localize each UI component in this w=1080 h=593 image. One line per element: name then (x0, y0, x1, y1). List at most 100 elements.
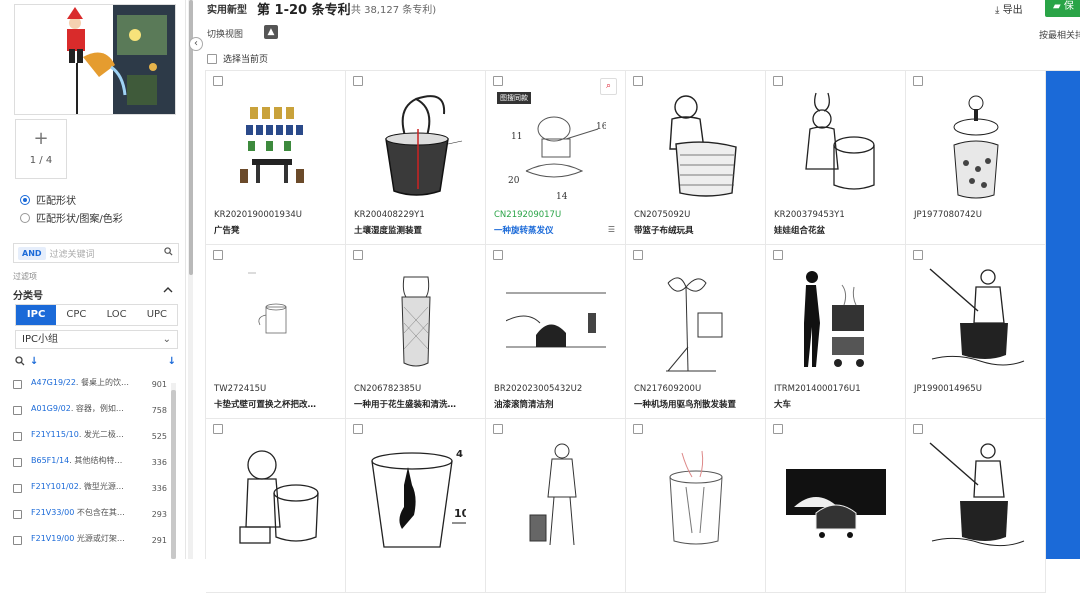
patent-number[interactable]: TW272415U (214, 384, 266, 394)
result-checkbox[interactable] (773, 250, 783, 260)
patent-number[interactable]: ITRM2014000176U1 (774, 384, 861, 394)
search-icon[interactable] (164, 247, 173, 259)
patent-title[interactable]: 油漆滚筒清洁剂 (494, 398, 618, 410)
result-card[interactable] (626, 419, 766, 593)
match-shape-pattern-color-option[interactable]: 匹配形状/图案/色彩 (20, 210, 123, 225)
ipc-code[interactable]: A01G9/02 (31, 404, 71, 413)
patent-title[interactable]: 带篮子布绒玩具 (634, 224, 758, 236)
ipc-list-item[interactable]: F21Y101/02. 微型光源，例如发光二极管（LED）(7) 336 (13, 482, 179, 508)
result-checkbox[interactable] (773, 76, 783, 86)
checkbox[interactable] (13, 432, 22, 441)
checkbox[interactable] (13, 484, 22, 493)
result-checkbox[interactable] (493, 424, 503, 434)
patent-number[interactable]: CN206782385U (354, 384, 421, 394)
patent-title[interactable]: 大车 (774, 398, 898, 410)
patent-image[interactable] (786, 89, 886, 201)
patent-image[interactable] (506, 263, 606, 375)
patent-image[interactable] (786, 437, 886, 549)
result-card[interactable]: KR200408229Y1 土壤湿度监测装置 (346, 71, 486, 245)
patent-title[interactable]: 卡垫式壁可置换之杯把改… (214, 398, 338, 410)
checkbox[interactable] (13, 536, 22, 545)
keyword-filter-input[interactable]: 过滤关键词 (50, 247, 164, 260)
result-checkbox[interactable] (213, 250, 223, 260)
tab-upc[interactable]: UPC (137, 305, 177, 325)
result-checkbox[interactable] (493, 76, 503, 86)
patent-number[interactable]: CN219209017U (494, 210, 561, 220)
tab-ipc[interactable]: IPC (16, 305, 57, 325)
ipc-list-item[interactable]: A01G9/02. 容器，例如花盆或花箱（自动浇水装置入… 758 (13, 404, 179, 430)
export-button[interactable]: ⤓ 导出 (995, 1, 1023, 16)
patent-image[interactable] (926, 89, 1026, 201)
patent-number[interactable]: KR2020190001934U (214, 210, 302, 220)
result-card[interactable]: KR2020190001934U 广告凳 (206, 71, 346, 245)
ipc-list-item[interactable]: B65F1/14. 其他结构特征（手持物件用的夹持器或… 336 (13, 456, 179, 482)
and-operator-button[interactable]: AND (18, 246, 46, 260)
ipc-list-item[interactable]: F21V19/00 光源或灯架的固定（只用联接装置固定电… 291 (13, 534, 179, 559)
search-icon[interactable] (15, 356, 25, 369)
result-card[interactable]: CN217609200U 一种机场用驱鸟剂散发装置 (626, 245, 766, 419)
result-checkbox[interactable] (493, 250, 503, 260)
patent-title[interactable]: 土壤湿度监测装置 (354, 224, 478, 236)
patent-type-label[interactable]: 实用新型 (207, 1, 247, 16)
patent-image[interactable] (366, 89, 466, 201)
patent-number[interactable]: JP1990014965U (914, 384, 982, 394)
result-card[interactable]: 图搜同款 ⌕ 11 16 20 14 CN219209017U 一种旋转蒸发仪 … (486, 71, 626, 245)
ipc-code[interactable]: F21V33/00 (31, 508, 74, 517)
result-card[interactable]: KR200379453Y1 娃娃组合花盆 (766, 71, 906, 245)
ipc-code[interactable]: B65F1/14 (31, 456, 69, 465)
patent-title[interactable]: 一种用于花生盛装和清洗… (354, 398, 478, 410)
image-view-icon[interactable]: ▲ (264, 25, 278, 39)
ipc-level-select[interactable]: IPC小组 ⌄ (15, 330, 178, 349)
result-card[interactable]: CN2075092U 带篮子布绒玩具 (626, 71, 766, 245)
patent-number[interactable]: KR200408229Y1 (354, 210, 425, 220)
patent-number[interactable]: CN217609200U (634, 384, 701, 394)
patent-image[interactable] (506, 437, 606, 549)
patent-image[interactable] (646, 263, 746, 375)
result-card[interactable]: JP1977080742U (906, 71, 1046, 245)
document-detail-icon[interactable]: ☰ (608, 225, 615, 234)
result-card[interactable]: TW272415U 卡垫式壁可置换之杯把改… (206, 245, 346, 419)
tab-cpc[interactable]: CPC (56, 305, 96, 325)
ipc-code[interactable]: F21Y115/10 (31, 430, 79, 439)
patent-image[interactable] (226, 263, 326, 375)
select-page-checkbox[interactable] (207, 53, 217, 64)
sort-descending-icon[interactable]: ↓ (168, 356, 176, 367)
keyword-filter-search[interactable]: AND 过滤关键词 (13, 243, 179, 263)
result-checkbox[interactable] (213, 424, 223, 434)
patent-image[interactable] (366, 263, 466, 375)
ipc-list-item[interactable]: A47G19/22. 餐桌上的饮水器皿或茶杯托（玻璃杯或… 901 (13, 378, 179, 404)
tab-loc[interactable]: LOC (97, 305, 137, 325)
result-card[interactable]: JP1990014965U (906, 245, 1046, 419)
ipc-list-item[interactable]: F21V33/00 不包含在其他类目中的照明装置与其他物… 293 (13, 508, 179, 534)
patent-image[interactable] (926, 437, 1026, 549)
result-checkbox[interactable] (633, 250, 643, 260)
checkbox[interactable] (13, 406, 22, 415)
ipc-code[interactable]: F21V19/00 (31, 534, 74, 543)
result-checkbox[interactable] (353, 424, 363, 434)
ipc-list-scrollbar-thumb[interactable] (171, 390, 176, 559)
result-checkbox[interactable] (213, 76, 223, 86)
checkbox[interactable] (13, 380, 22, 389)
patent-image[interactable] (926, 263, 1026, 375)
save-button[interactable]: ▰ 保 (1045, 0, 1080, 17)
patent-image[interactable] (786, 263, 886, 375)
query-image-preview[interactable] (14, 4, 176, 115)
ipc-code[interactable]: A47G19/22 (31, 378, 76, 387)
patent-image[interactable] (646, 89, 746, 201)
sort-dropdown[interactable]: 按最相关排 (1039, 28, 1080, 41)
result-checkbox[interactable] (913, 250, 923, 260)
result-card[interactable]: ITRM2014000176U1 大车 (766, 245, 906, 419)
patent-image[interactable] (226, 437, 326, 549)
match-shape-option[interactable]: 匹配形状 (20, 192, 76, 207)
collapse-sidebar-icon[interactable]: ‹ (189, 37, 203, 51)
patent-title[interactable]: 一种机场用驱鸟剂散发装置 (634, 398, 758, 410)
result-card[interactable]: BR202023005432U2 油漆滚筒清洁剂 (486, 245, 626, 419)
result-card[interactable] (486, 419, 626, 593)
result-card[interactable] (206, 419, 346, 593)
result-checkbox[interactable] (633, 76, 643, 86)
patent-image[interactable] (226, 89, 326, 201)
patent-image[interactable]: 11 16 20 14 (506, 89, 606, 201)
sort-ascending-icon[interactable]: ↓ (30, 356, 38, 367)
checkbox[interactable] (13, 458, 22, 467)
patent-image[interactable] (646, 437, 746, 549)
